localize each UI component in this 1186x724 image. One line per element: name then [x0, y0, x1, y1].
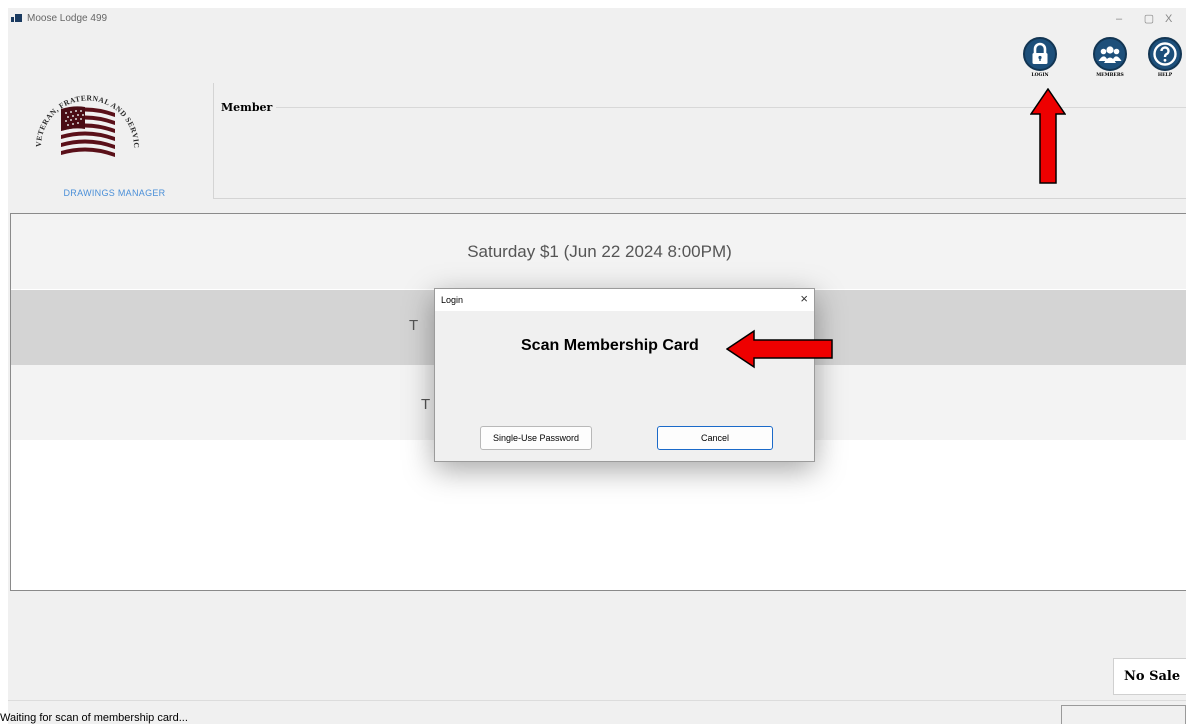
app-icon [11, 14, 22, 22]
login-label: LOGIN [1031, 73, 1049, 78]
logo-caption: DRAWINGS MANAGER [63, 188, 166, 198]
drawing-row[interactable]: Saturday $1 (Jun 22 2024 8:00PM) [11, 214, 1186, 289]
scan-card-message: Scan Membership Card [521, 337, 699, 354]
window-title: Moose Lodge 499 [27, 13, 108, 24]
dialog-title-bar: Login × [435, 289, 814, 311]
login-dialog: Login × Scan Membership Card Single-Use … [434, 288, 815, 462]
lock-icon [1032, 42, 1048, 64]
login-button[interactable]: LOGIN [1019, 37, 1061, 93]
people-icon [1098, 46, 1122, 63]
flag-icon [61, 106, 115, 157]
single-use-password-button[interactable]: Single-Use Password [480, 426, 592, 450]
drawing-title: Saturday $1 (Jun 22 2024 8:00PM) [467, 242, 732, 261]
status-bar: Waiting for scan of membership card... [0, 700, 1186, 724]
dialog-close-button[interactable]: × [800, 291, 808, 306]
up-arrow-icon [1030, 88, 1066, 184]
window-close-button[interactable]: X [1165, 11, 1186, 27]
row-text: T [409, 317, 419, 334]
no-sale-button[interactable]: No Sale [1113, 658, 1186, 695]
member-label: Member [221, 101, 273, 114]
minimize-button[interactable]: – [1107, 11, 1131, 27]
help-button[interactable]: HELP [1144, 37, 1186, 93]
members-button[interactable]: MEMBERS [1089, 37, 1131, 93]
cancel-button[interactable]: Cancel [657, 426, 773, 450]
help-label: HELP [1157, 73, 1173, 78]
title-bar: Moose Lodge 499 – ▢ X [8, 8, 1186, 32]
logo-emblem: VETERAN, FRATERNAL AND SERVICE ORGANIZAT… [13, 76, 141, 157]
row-text: T [421, 396, 431, 413]
dialog-title: Login [441, 295, 464, 305]
question-icon [1153, 42, 1177, 66]
maximize-button[interactable]: ▢ [1137, 11, 1161, 27]
status-text: Waiting for scan of membership card... [0, 712, 188, 724]
left-arrow-icon [726, 329, 833, 369]
members-label: MEMBERS [1096, 73, 1124, 78]
logo: VETERAN, FRATERNAL AND SERVICE ORGANIZAT… [13, 76, 213, 205]
status-panel [1061, 705, 1186, 724]
